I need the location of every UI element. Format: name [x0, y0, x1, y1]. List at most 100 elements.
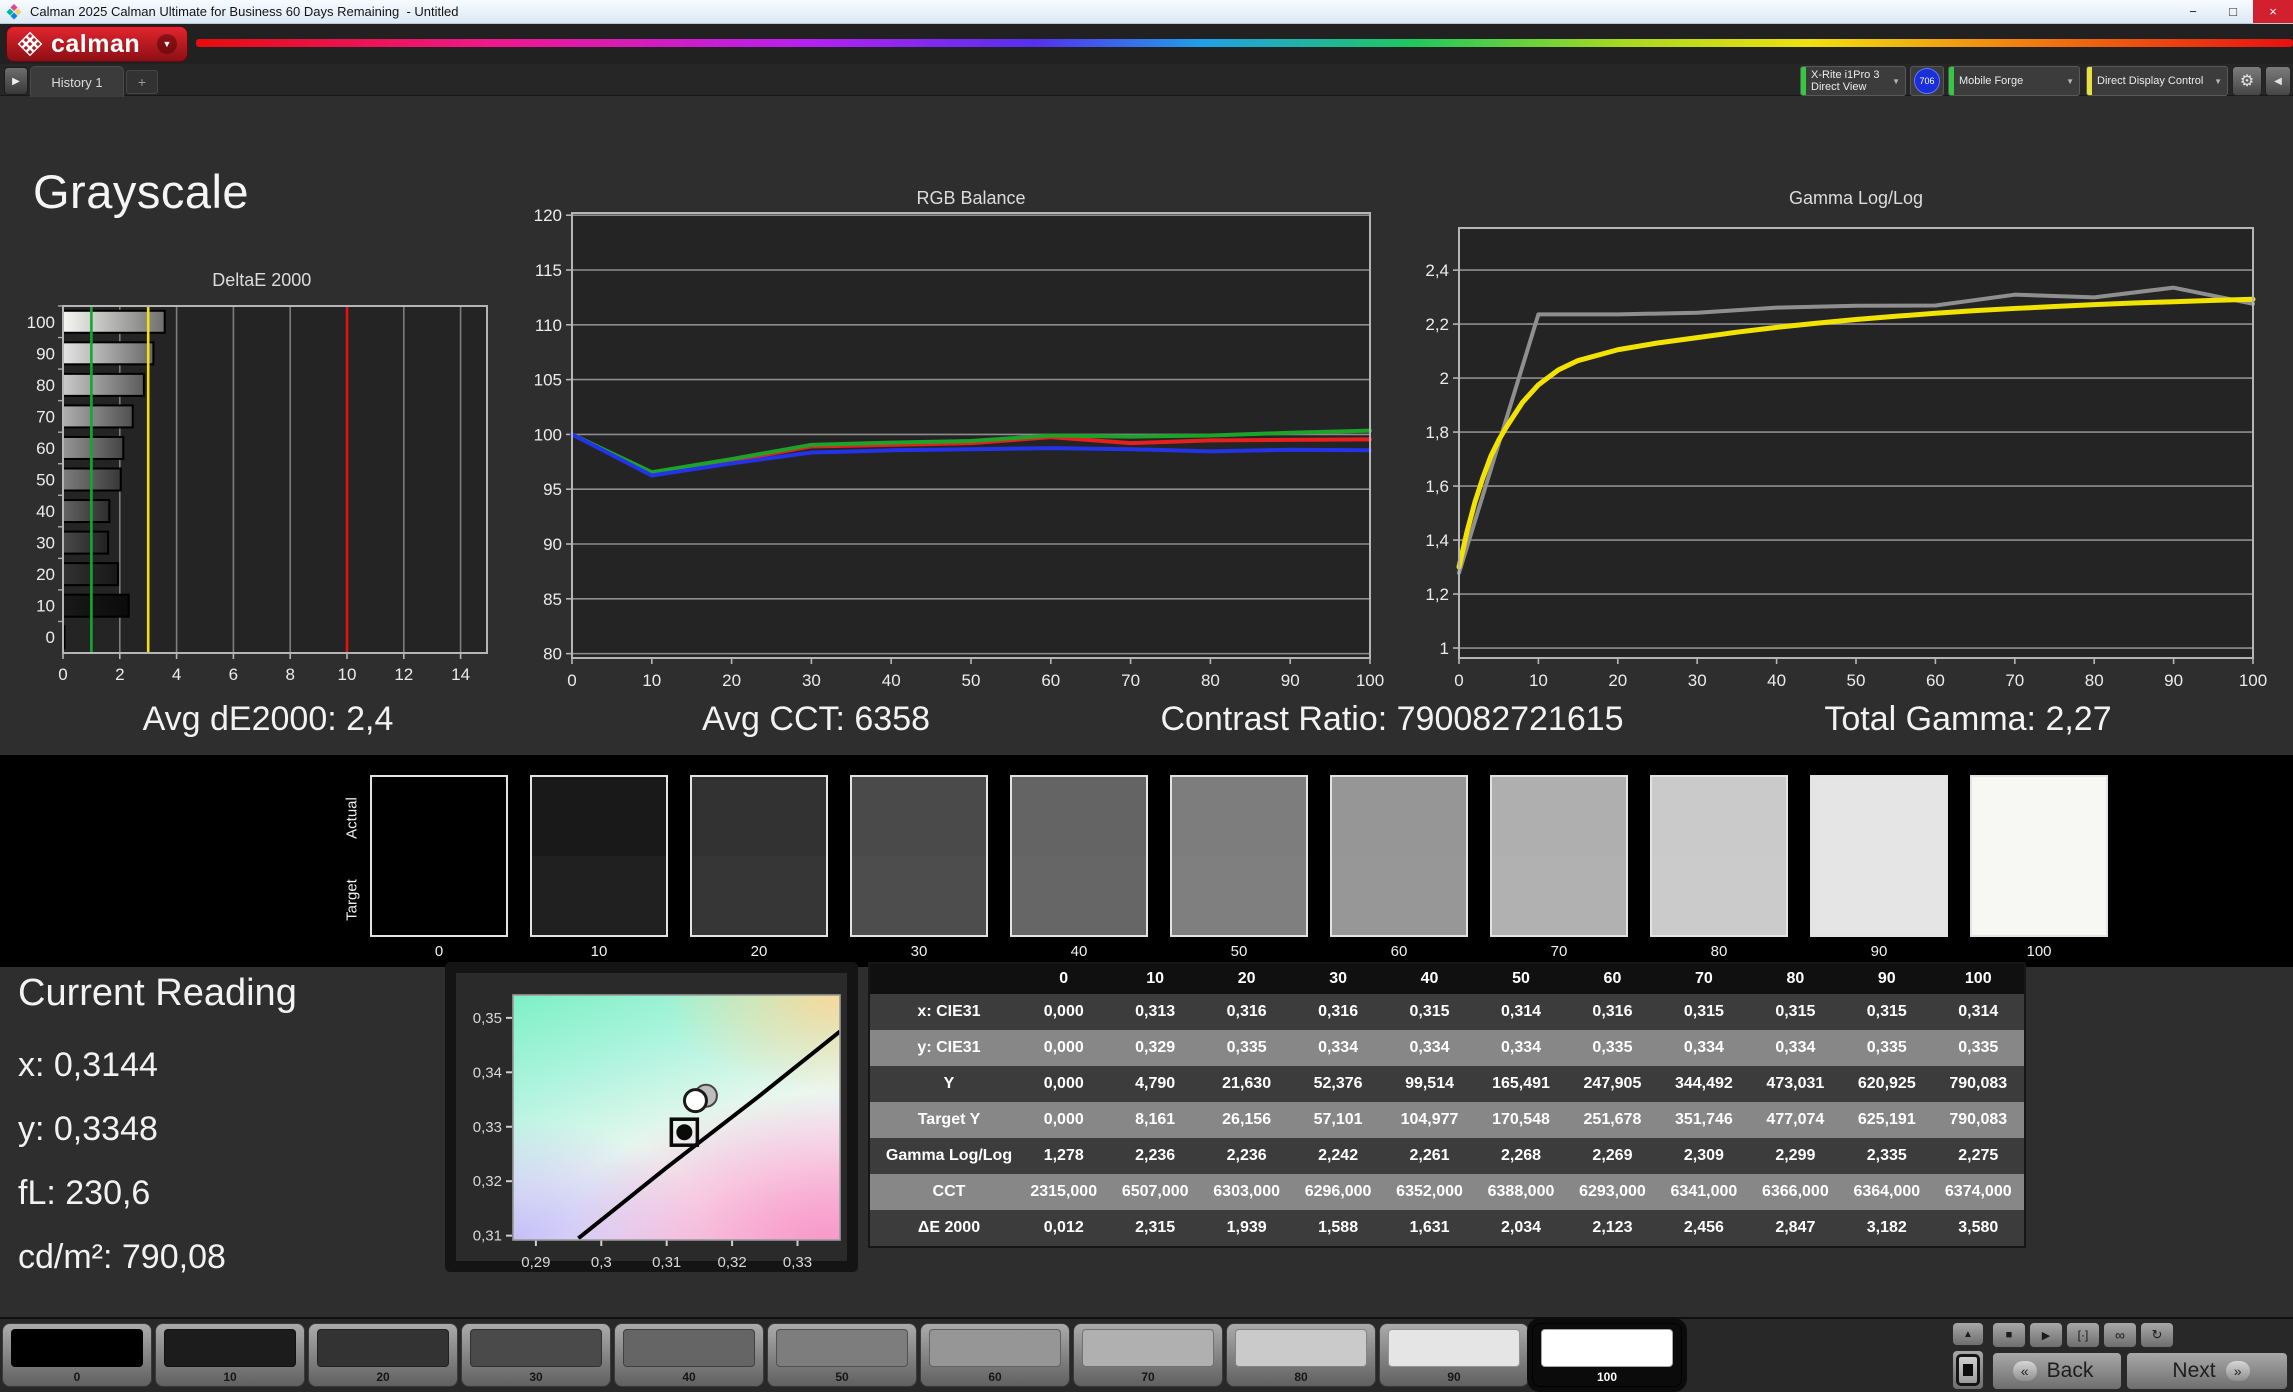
swatch-label: 70	[1550, 943, 1568, 960]
back-button[interactable]: « Back	[1992, 1352, 2122, 1390]
patch-button-30[interactable]: 30	[461, 1323, 611, 1387]
table-cell: 1,278	[1018, 1138, 1110, 1174]
meter-badge-button[interactable]: 706	[1910, 66, 1944, 96]
display-control-dropdown[interactable]: Direct Display Control ▼	[2086, 66, 2228, 96]
svg-text:50: 50	[1847, 671, 1866, 690]
table-cell: 0,000	[1018, 994, 1110, 1030]
deltae-2000-bar-chart: DeltaE 200010090807060504030201000 2 4 6 8 10…	[27, 270, 488, 684]
source-name: Mobile Forge	[1959, 75, 2024, 87]
patch-button-80[interactable]: 80	[1226, 1323, 1376, 1387]
table-cell: 0,334	[1383, 1030, 1476, 1066]
table-cell: 0,314	[1932, 994, 2024, 1030]
table-cell: 0,000	[1018, 1066, 1110, 1102]
collapse-panel-button[interactable]: ◀	[2265, 66, 2291, 96]
continuous-measure-button[interactable]: ∞	[2103, 1322, 2137, 1348]
display-control-name: Direct Display Control	[2097, 75, 2204, 87]
table-cell: 620,925	[1841, 1066, 1933, 1102]
window-size-button[interactable]	[1952, 1350, 1984, 1390]
popout-up-button[interactable]: ▲	[1952, 1322, 1984, 1346]
patch-button-60[interactable]: 60	[920, 1323, 1070, 1387]
table-cell: 0,315	[1841, 994, 1933, 1030]
svg-text:10: 10	[36, 597, 55, 616]
svg-text:20: 20	[36, 565, 55, 584]
table-col-header: 40	[1383, 964, 1476, 994]
stat-avg-cct: Avg CCT: 6358	[701, 700, 931, 738]
table-cell: 0,334	[1749, 1030, 1842, 1066]
table-cell: 0,012	[1018, 1210, 1110, 1246]
patch-button-50[interactable]: 50	[767, 1323, 917, 1387]
table-cell: 2,299	[1749, 1138, 1842, 1174]
calman-menu-button[interactable]: calman ▼	[6, 26, 188, 62]
tab-history-1[interactable]: History 1	[30, 66, 124, 97]
meter-select-dropdown[interactable]: X-Rite i1Pro 3 Direct View ▼	[1800, 66, 1906, 96]
settings-gear-button[interactable]: ⚙	[2232, 66, 2262, 96]
swatch-label: 30	[910, 943, 928, 960]
brand-bar: calman ▼	[0, 24, 2293, 64]
grayscale-swatch-0	[370, 775, 508, 937]
grayscale-swatch-30	[850, 775, 988, 937]
current-reading-fl: fL: 230,6	[18, 1174, 151, 1212]
swatch-label: 0	[434, 943, 444, 960]
table-row-label: x: CIE31	[870, 994, 1018, 1030]
sidebar-expander-button[interactable]: ▶	[4, 67, 28, 95]
table-cell: 6364,000	[1841, 1174, 1933, 1210]
current-reading-marker	[682, 1088, 708, 1114]
patch-button-0[interactable]: 0	[2, 1323, 152, 1387]
table-cell: 0,335	[1566, 1030, 1659, 1066]
svg-text:90: 90	[1281, 671, 1300, 690]
patch-button-10[interactable]: 10	[155, 1323, 305, 1387]
current-reading-title: Current Reading	[18, 972, 297, 1014]
current-reading-cdm2: cd/m²: 790,08	[18, 1238, 226, 1276]
svg-text:100: 100	[2239, 671, 2267, 690]
stop-measure-button[interactable]: ■	[1992, 1322, 2026, 1348]
svg-text:2: 2	[1440, 369, 1449, 388]
table-col-header: 100	[1932, 964, 2024, 994]
table-cell: 3,580	[1932, 1210, 2024, 1246]
patch-button-20[interactable]: 20	[308, 1323, 458, 1387]
source-select-dropdown[interactable]: Mobile Forge ▼	[1948, 66, 2080, 96]
patch-button-100[interactable]: 100	[1532, 1323, 1682, 1387]
table-cell: 26,156	[1200, 1102, 1293, 1138]
add-tab-button[interactable]: +	[126, 70, 158, 94]
minimize-button[interactable]: −	[2173, 0, 2213, 23]
next-button[interactable]: Next »	[2126, 1352, 2288, 1390]
patch-button-70[interactable]: 70	[1073, 1323, 1223, 1387]
svg-text:110: 110	[535, 316, 562, 335]
chevron-down-icon: ▼	[157, 34, 177, 54]
table-cell: 57,101	[1292, 1102, 1384, 1138]
patch-button-40[interactable]: 40	[614, 1323, 764, 1387]
table-cell: 625,191	[1841, 1102, 1933, 1138]
table-row-label: y: CIE31	[870, 1030, 1018, 1066]
play-measure-button[interactable]: ▶	[2029, 1322, 2063, 1348]
table-cell: 790,083	[1932, 1066, 2024, 1102]
maximize-button[interactable]: □	[2213, 0, 2253, 23]
close-button[interactable]: ×	[2253, 0, 2293, 23]
svg-text:0,34: 0,34	[473, 1064, 502, 1081]
swatch-label: 20	[750, 943, 768, 960]
patch-button-90[interactable]: 90	[1379, 1323, 1529, 1387]
table-cell: 0,313	[1109, 994, 1201, 1030]
svg-text:0,33: 0,33	[473, 1119, 502, 1136]
grayscale-swatch-80	[1650, 775, 1788, 937]
svg-text:12: 12	[394, 665, 413, 684]
table-cell: 0,335	[1932, 1030, 2024, 1066]
table-cell: 2,309	[1658, 1138, 1750, 1174]
chevron-down-icon: ▼	[2066, 76, 2074, 86]
table-corner	[870, 964, 1018, 994]
svg-text:0,29: 0,29	[521, 1254, 550, 1271]
svg-text:0,32: 0,32	[473, 1173, 502, 1190]
svg-text:10: 10	[642, 671, 661, 690]
table-cell: 0,315	[1658, 994, 1750, 1030]
table-cell: 351,746	[1658, 1102, 1750, 1138]
table-col-header: 0	[1018, 964, 1110, 994]
swatch-label: 60	[1390, 943, 1408, 960]
table-cell: 2,034	[1475, 1210, 1567, 1246]
table-cell: 6352,000	[1383, 1174, 1476, 1210]
single-measure-button[interactable]: [·]	[2066, 1322, 2100, 1348]
refresh-button[interactable]: ↻	[2140, 1322, 2174, 1348]
table-cell: 6341,000	[1658, 1174, 1750, 1210]
table-cell: 6366,000	[1749, 1174, 1842, 1210]
table-cell: 2,847	[1749, 1210, 1842, 1246]
gamma-loglog-line-chart: Gamma Log/Log 1 1,2 1,4 1,6 1,8 2 2,2 2,4 0 10 20 30…	[1425, 188, 2267, 690]
svg-text:95: 95	[543, 480, 562, 499]
